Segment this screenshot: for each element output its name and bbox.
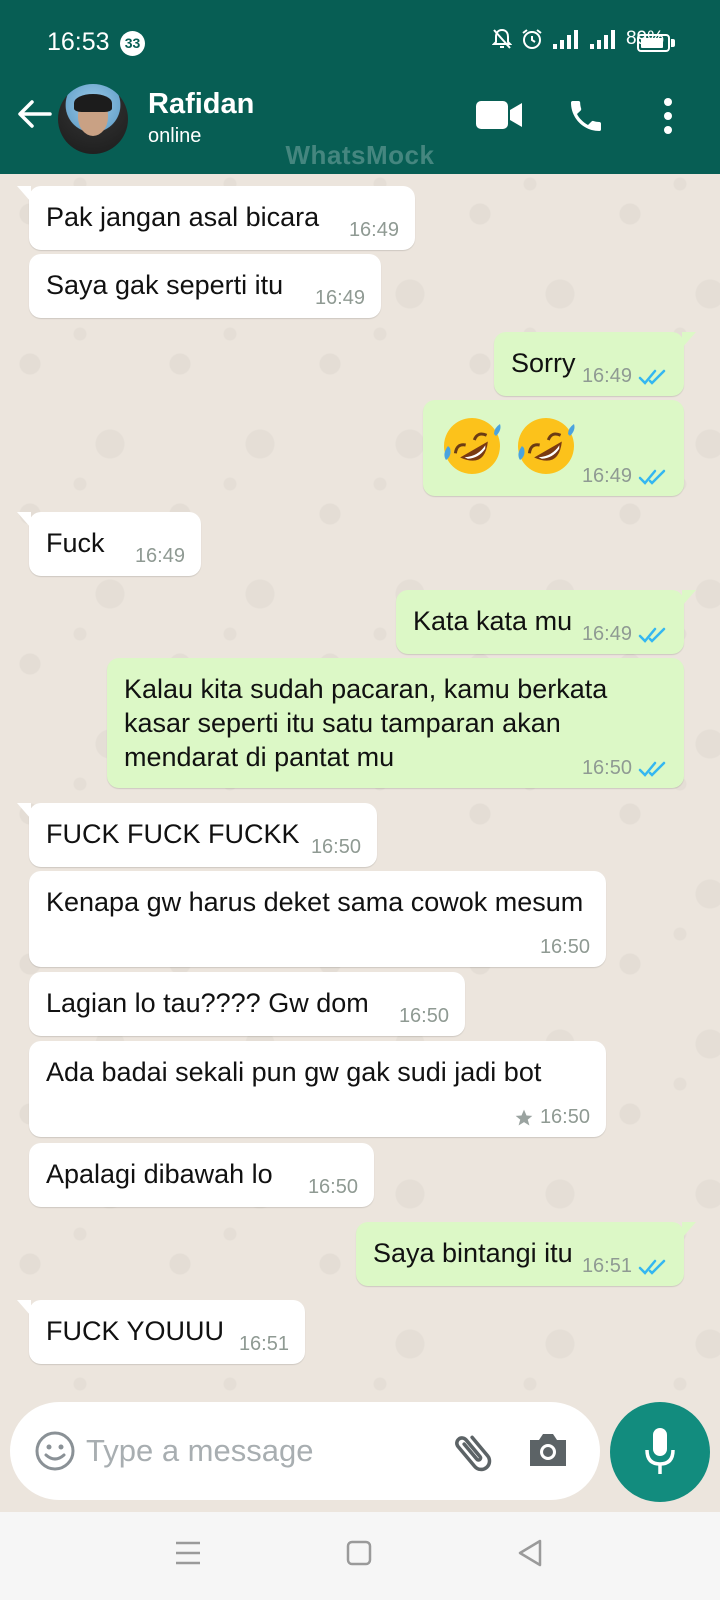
message-timestamp: 16:50 (398, 1005, 449, 1027)
read-ticks-icon (638, 369, 666, 385)
chat-area[interactable]: Pak jangan asal bicara 16:49 Saya gak se… (0, 174, 720, 1402)
message-timestamp: 16:49 (581, 465, 632, 487)
message-time: 16:49 (582, 465, 668, 488)
message-time: 16:50 (311, 836, 361, 859)
message-time: 16:50 (399, 1005, 449, 1028)
message-text: Pak jangan asal bicara (46, 202, 320, 232)
message-incoming[interactable]: Pak jangan asal bicara 16:49 (17, 186, 415, 250)
message-time: 16:50 (540, 936, 590, 959)
home-icon[interactable] (346, 1540, 372, 1566)
message-time: 16:51 (582, 1255, 668, 1278)
message-outgoing[interactable]: Sorry 16:49 (494, 332, 696, 396)
message-text: Kalau kita sudah pacaran, kamu berkata k… (124, 674, 608, 772)
mic-icon (645, 1428, 675, 1474)
read-ticks-icon (638, 627, 666, 643)
system-nav-bar (0, 1512, 720, 1600)
more-vert-icon[interactable] (663, 96, 673, 136)
rolling-laughing-emoji-icon (517, 418, 575, 474)
message-timestamp: 16:50 (539, 936, 590, 958)
back-arrow-icon[interactable] (14, 94, 54, 134)
message-timestamp: 16:50 (539, 1106, 590, 1128)
message-time: 16:49 (135, 545, 185, 568)
message-outgoing[interactable]: Kalau kita sudah pacaran, kamu berkata k… (107, 658, 684, 788)
star-icon (515, 1109, 533, 1125)
message-time: 16:51 (239, 1333, 289, 1356)
read-ticks-icon (638, 469, 666, 485)
message-incoming[interactable]: Apalagi dibawah lo 16:50 (29, 1143, 374, 1207)
message-incoming[interactable]: FUCK FUCK FUCKK 16:50 (17, 803, 377, 867)
message-outgoing[interactable]: Kata kata mu 16:49 (396, 590, 696, 654)
message-timestamp: 16:49 (581, 623, 632, 645)
message-composer (10, 1402, 600, 1500)
notification-badge: 33 (120, 31, 145, 56)
back-icon[interactable] (516, 1538, 544, 1568)
message-incoming[interactable]: Lagian lo tau???? Gw dom 16:50 (29, 972, 465, 1036)
rolling-laughing-emoji-icon (444, 418, 501, 474)
message-timestamp: 16:50 (581, 757, 632, 779)
read-ticks-icon (638, 1259, 666, 1275)
camera-icon[interactable] (526, 1430, 570, 1470)
message-text: Lagian lo tau???? Gw dom (46, 988, 369, 1018)
message-timestamp: 16:51 (238, 1333, 289, 1355)
message-incoming[interactable]: Fuck 16:49 (17, 512, 201, 576)
message-incoming[interactable]: FUCK YOUUU 16:51 (17, 1300, 305, 1364)
message-input[interactable] (86, 1426, 446, 1476)
read-ticks-icon (638, 761, 666, 777)
attach-icon[interactable] (448, 1428, 498, 1478)
message-timestamp: 16:50 (310, 836, 361, 858)
message-time: 16:49 (315, 287, 365, 310)
phone-call-icon[interactable] (566, 96, 606, 136)
message-time: 16:49 (349, 219, 399, 242)
bell-off-icon (491, 28, 512, 49)
message-incoming[interactable]: Kenapa gw harus deket sama cowok mesum 1… (29, 871, 606, 967)
video-call-icon[interactable] (475, 100, 523, 130)
message-timestamp: 16:49 (314, 287, 365, 309)
message-outgoing[interactable]: 16:49 (423, 400, 684, 496)
mic-button[interactable] (610, 1402, 710, 1502)
message-text: Kenapa gw harus deket sama cowok mesum (46, 887, 584, 917)
message-timestamp: 16:49 (134, 545, 185, 567)
contact-name[interactable]: Rafidan (148, 88, 254, 121)
emoji-icon[interactable] (34, 1430, 76, 1472)
status-bar: 16:53 33 89% (0, 0, 720, 64)
message-timestamp: 16:49 (581, 365, 632, 387)
battery-tip (671, 39, 675, 47)
message-outgoing[interactable]: Saya bintangi itu 16:51 (356, 1222, 696, 1286)
battery-icon (637, 34, 670, 52)
message-time: 16:49 (582, 365, 668, 388)
avatar-hair (74, 94, 112, 112)
message-time: 16:50 (514, 1106, 590, 1129)
message-time: 16:49 (582, 623, 668, 646)
signal-icon (552, 30, 578, 49)
message-timestamp: 16:49 (348, 219, 399, 241)
message-text: Ada badai sekali pun gw gak sudi jadi bo… (46, 1057, 542, 1087)
menu-icon[interactable] (174, 1540, 202, 1566)
message-incoming[interactable]: Ada badai sekali pun gw gak sudi jadi bo… (29, 1041, 606, 1137)
signal-icon (589, 30, 615, 49)
message-incoming[interactable]: Saya gak seperti itu 16:49 (29, 254, 381, 318)
message-timestamp: 16:50 (307, 1176, 358, 1198)
status-time: 16:53 (47, 28, 110, 56)
message-time: 16:50 (308, 1176, 358, 1199)
message-time: 16:50 (582, 757, 668, 780)
message-timestamp: 16:51 (581, 1255, 632, 1277)
chat-header: Rafidan online WhatsMock (0, 64, 720, 174)
alarm-icon (522, 29, 542, 49)
watermark: WhatsMock (285, 140, 435, 170)
battery-level (641, 38, 664, 48)
